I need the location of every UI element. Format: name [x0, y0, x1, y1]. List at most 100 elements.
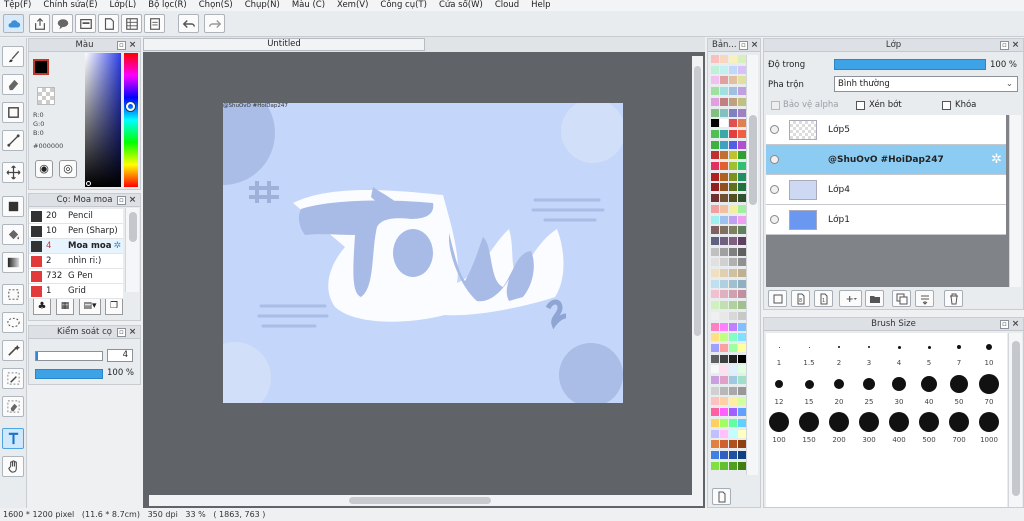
color-swatch[interactable]	[720, 343, 728, 352]
color-swatch[interactable]	[711, 397, 719, 406]
brush-size-dot[interactable]	[949, 412, 969, 432]
color-swatch[interactable]	[738, 301, 746, 310]
color-swatch[interactable]	[738, 151, 746, 160]
color-swatch[interactable]	[720, 108, 728, 117]
document-button[interactable]	[98, 14, 119, 33]
color-swatch[interactable]	[711, 343, 719, 352]
color-swatch[interactable]	[720, 290, 728, 299]
color-swatch[interactable]	[729, 290, 737, 299]
brush-opacity-slider[interactable]	[35, 369, 103, 379]
brush-size-dot[interactable]	[804, 379, 814, 389]
color-swatch[interactable]	[729, 247, 737, 256]
brush-size-dot[interactable]	[986, 344, 992, 350]
color-swatch[interactable]	[738, 408, 746, 417]
color-swatch[interactable]	[738, 354, 746, 363]
text-tool[interactable]	[2, 428, 24, 449]
layer-row[interactable]: Lớp1	[766, 205, 1006, 235]
menu-item[interactable]: Chỉnh sửa(E)	[39, 0, 101, 11]
brush-size-input[interactable]: 4	[107, 349, 133, 362]
color-swatch[interactable]	[720, 55, 728, 63]
layer-view-button[interactable]	[75, 14, 96, 33]
select-rect-tool[interactable]	[2, 102, 24, 123]
brush-size-dot[interactable]	[889, 412, 909, 432]
color-swatch[interactable]	[711, 258, 719, 267]
color-swatch[interactable]	[729, 333, 737, 342]
color-swatch[interactable]	[720, 97, 728, 106]
menu-item[interactable]: Công cụ(T)	[376, 0, 431, 11]
move-tool[interactable]	[2, 162, 24, 183]
color-swatch[interactable]	[738, 226, 746, 235]
cloud-sync-button[interactable]	[3, 14, 24, 33]
color-swatch[interactable]	[711, 301, 719, 310]
color-swatch[interactable]	[738, 386, 746, 395]
color-swatch[interactable]	[711, 311, 719, 320]
layer-scrollbar[interactable]	[1009, 115, 1021, 287]
visibility-eye-icon[interactable]	[770, 155, 779, 164]
color-swatch[interactable]	[738, 215, 746, 224]
color-swatch[interactable]	[738, 108, 746, 117]
color-swatch[interactable]	[738, 162, 746, 170]
brush-size-dot[interactable]	[838, 346, 840, 348]
checkbox[interactable]	[856, 100, 865, 110]
add-brush-button[interactable]: ▤▾	[79, 298, 101, 315]
redo-button[interactable]	[204, 14, 225, 33]
color-swatch[interactable]	[729, 226, 737, 235]
color-swatch[interactable]	[729, 343, 737, 352]
visibility-eye-icon[interactable]	[770, 185, 779, 194]
color-swatch[interactable]	[711, 354, 719, 363]
color-swatch[interactable]	[729, 269, 737, 277]
color-swatch[interactable]	[738, 269, 746, 277]
color-swatch[interactable]	[738, 365, 746, 374]
color-swatch[interactable]	[738, 429, 746, 438]
comment-button[interactable]	[52, 14, 73, 33]
checkbox[interactable]	[771, 100, 780, 110]
color-swatch[interactable]	[729, 97, 737, 106]
delete-layer-button[interactable]	[944, 290, 963, 307]
brush-size-dot[interactable]	[979, 412, 999, 432]
color-swatch[interactable]	[729, 450, 737, 459]
new-layer-8bit-button[interactable]: 8	[791, 290, 810, 307]
color-swatch[interactable]	[711, 408, 719, 417]
eraser-tool[interactable]	[2, 74, 24, 95]
brush-size-dot[interactable]	[859, 412, 879, 432]
color-swatch[interactable]	[711, 333, 719, 342]
canvas-hscroll[interactable]	[149, 495, 694, 506]
color-swatch[interactable]	[738, 55, 746, 63]
color-swatch[interactable]	[738, 440, 746, 449]
color-swatch[interactable]	[720, 236, 728, 245]
menu-item[interactable]: Xem(V)	[333, 0, 372, 11]
brush-size-dot[interactable]	[778, 346, 780, 348]
gear-icon[interactable]: ✲	[113, 241, 121, 251]
undock-icon[interactable]: ▫	[117, 196, 126, 205]
menu-item[interactable]: Chụp(N)	[241, 0, 284, 11]
brush-size-slider[interactable]	[35, 351, 103, 361]
color-swatch[interactable]	[720, 172, 728, 181]
scroll-thumb[interactable]	[1012, 341, 1020, 496]
menu-item[interactable]: Cloud	[491, 0, 523, 11]
merge-down-button[interactable]	[915, 290, 934, 307]
color-swatch[interactable]	[729, 301, 737, 310]
color-swatch[interactable]	[738, 290, 746, 299]
color-swatch[interactable]	[720, 76, 728, 85]
color-swatch[interactable]	[720, 440, 728, 449]
color-swatch[interactable]	[729, 55, 737, 63]
color-swatch[interactable]	[711, 97, 719, 106]
export-button[interactable]	[29, 14, 50, 33]
color-swatch[interactable]	[720, 418, 728, 427]
color-swatch[interactable]	[711, 87, 719, 96]
color-swatch[interactable]	[720, 140, 728, 149]
undock-icon[interactable]: ▫	[1000, 320, 1009, 329]
brush-size-dot[interactable]	[957, 345, 961, 349]
color-swatch[interactable]	[738, 65, 746, 74]
brush-size-dot[interactable]	[808, 346, 810, 348]
brush-scrollbar[interactable]	[125, 208, 139, 292]
brush-size-dot[interactable]	[868, 346, 870, 348]
close-icon[interactable]: ×	[128, 41, 137, 50]
gradient-tool[interactable]	[2, 252, 24, 273]
color-swatch[interactable]	[738, 258, 746, 267]
color-swatch[interactable]	[720, 204, 728, 213]
color-swatch[interactable]	[738, 119, 746, 128]
color-swatch[interactable]	[729, 236, 737, 245]
color-swatch[interactable]	[720, 429, 728, 438]
brush-size-dot[interactable]	[979, 374, 999, 394]
